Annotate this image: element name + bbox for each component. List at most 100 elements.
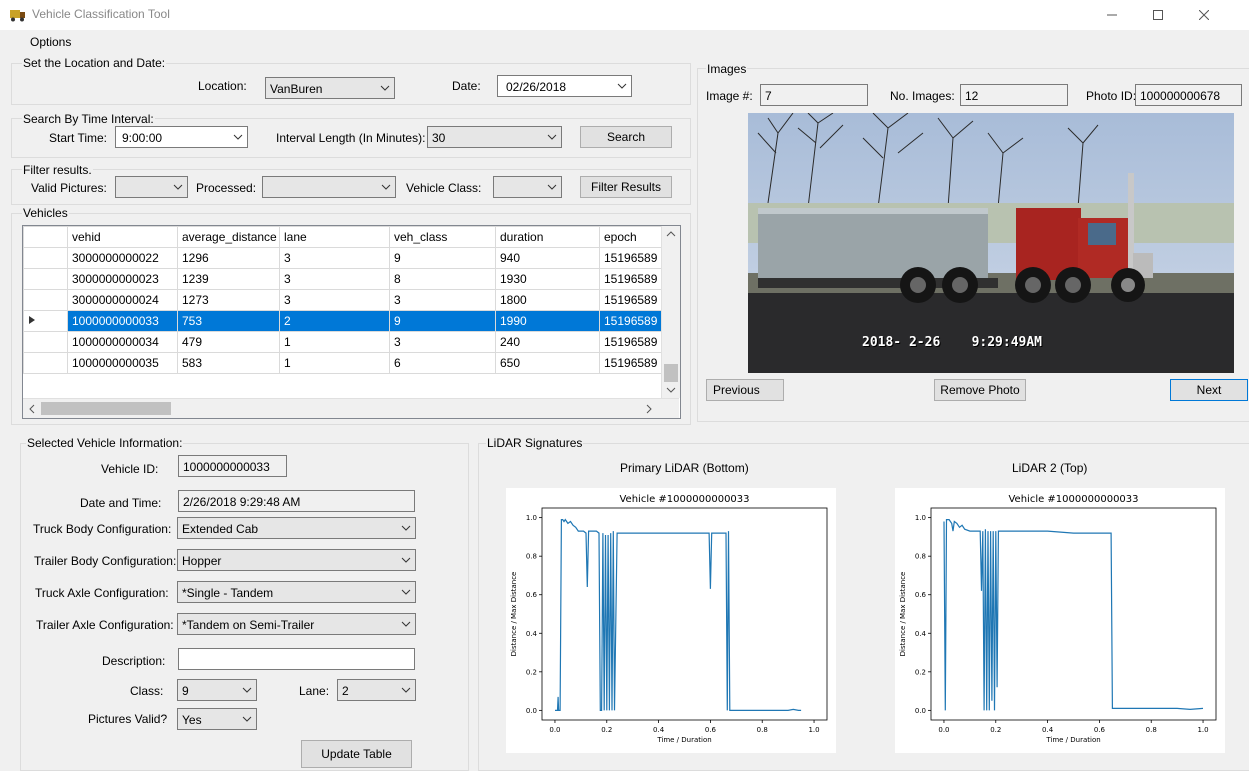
lane-select[interactable]: 2 [337, 679, 416, 701]
table-cell-duration[interactable]: 650 [495, 352, 600, 374]
menu-options[interactable]: Options [30, 35, 71, 49]
vertical-scroll-thumb[interactable] [664, 364, 678, 382]
trailer-body-select[interactable]: Hopper [177, 549, 416, 571]
row-header[interactable] [23, 268, 68, 290]
table-cell-epoch[interactable]: 15196589 [599, 289, 664, 311]
table-row[interactable]: 3000000000022 1296 3 9 940 15196589 [23, 247, 664, 269]
table-cell-vehid[interactable]: 3000000000022 [67, 247, 178, 269]
table-cell-epoch[interactable]: 15196589 [599, 331, 664, 353]
row-header[interactable] [23, 310, 68, 332]
row-header[interactable] [23, 331, 68, 353]
column-header-lane[interactable]: lane [279, 226, 390, 248]
table-cell-lane[interactable]: 3 [279, 268, 390, 290]
filter-results-button[interactable]: Filter Results [580, 176, 672, 198]
previous-button[interactable]: Previous [706, 379, 784, 401]
row-header[interactable] [23, 352, 68, 374]
pictures-valid-select[interactable]: Yes [177, 708, 257, 730]
scroll-up-icon[interactable] [666, 230, 676, 238]
table-cell-duration[interactable]: 1930 [495, 268, 600, 290]
table-cell-epoch[interactable]: 15196589 [599, 247, 664, 269]
truck-body-select[interactable]: Extended Cab [177, 517, 416, 539]
valid-pictures-select[interactable] [115, 176, 188, 198]
update-table-button[interactable]: Update Table [301, 740, 412, 768]
table-cell-veh-class[interactable]: 3 [389, 331, 496, 353]
table-cell-epoch[interactable]: 15196589 [599, 268, 664, 290]
scroll-left-icon[interactable] [28, 404, 36, 414]
table-cell-duration[interactable]: 1990 [495, 310, 600, 332]
table-row[interactable]: 1000000000035 583 1 6 650 15196589 [23, 352, 664, 374]
table-row[interactable]: 1000000000033 753 2 9 1990 15196589 [23, 310, 664, 332]
column-header-epoch[interactable]: epoch [599, 226, 664, 248]
processed-select[interactable] [262, 176, 396, 198]
minimize-button[interactable] [1089, 0, 1135, 30]
row-header[interactable] [23, 289, 68, 311]
table-cell-average-distance[interactable]: 753 [177, 310, 280, 332]
table-cell-average-distance[interactable]: 1296 [177, 247, 280, 269]
image-number-field: 7 [760, 84, 868, 106]
search-button[interactable]: Search [580, 126, 672, 148]
table-cell-average-distance[interactable]: 583 [177, 352, 280, 374]
table-cell-veh-class[interactable]: 9 [389, 310, 496, 332]
y-tick-label: 0.0 [526, 707, 537, 715]
class-select[interactable]: 9 [177, 679, 257, 701]
table-row[interactable]: 1000000000034 479 1 3 240 15196589 [23, 331, 664, 353]
x-tick-label: 0.8 [757, 726, 768, 734]
date-picker[interactable]: 02/26/2018 [497, 75, 632, 97]
description-input[interactable] [178, 648, 415, 670]
start-time-label: Start Time: [49, 131, 108, 145]
minimize-icon [1107, 14, 1117, 16]
table-cell-vehid[interactable]: 1000000000035 [67, 352, 178, 374]
table-cell-veh-class[interactable]: 8 [389, 268, 496, 290]
table-row[interactable]: 3000000000024 1273 3 3 1800 15196589 [23, 289, 664, 311]
table-cell-duration[interactable]: 940 [495, 247, 600, 269]
table-cell-veh-class[interactable]: 9 [389, 247, 496, 269]
horizontal-scrollbar[interactable] [23, 398, 679, 418]
table-cell-vehid[interactable]: 1000000000034 [67, 331, 178, 353]
vertical-scrollbar[interactable] [661, 226, 680, 398]
scroll-right-icon[interactable] [645, 404, 653, 414]
close-button[interactable] [1181, 0, 1227, 30]
table-cell-lane[interactable]: 1 [279, 331, 390, 353]
horizontal-scroll-thumb[interactable] [41, 402, 171, 415]
chevron-down-icon [617, 83, 627, 89]
table-cell-vehid[interactable]: 1000000000033 [67, 310, 178, 332]
y-tick-label: 0.2 [915, 668, 926, 676]
interval-length-select[interactable]: 30 [427, 126, 562, 148]
scroll-down-icon[interactable] [666, 386, 676, 394]
row-header[interactable] [23, 247, 68, 269]
table-cell-average-distance[interactable]: 1273 [177, 289, 280, 311]
table-cell-duration[interactable]: 240 [495, 331, 600, 353]
table-cell-average-distance[interactable]: 479 [177, 331, 280, 353]
table-cell-vehid[interactable]: 3000000000024 [67, 289, 178, 311]
column-header-duration[interactable]: duration [495, 226, 600, 248]
start-time-picker[interactable]: 9:00:00 [115, 126, 248, 148]
maximize-button[interactable] [1135, 0, 1181, 30]
table-cell-lane[interactable]: 3 [279, 247, 390, 269]
column-header-vehid[interactable]: vehid [67, 226, 178, 248]
remove-photo-button[interactable]: Remove Photo [934, 379, 1026, 401]
vehicles-grid[interactable]: vehid average_distance lane veh_class durati… [22, 225, 681, 419]
table-cell-duration[interactable]: 1800 [495, 289, 600, 311]
table-cell-epoch[interactable]: 15196589 [599, 352, 664, 374]
chevron-down-icon [173, 184, 183, 190]
trailer-axle-label: Trailer Axle Configuration: [36, 618, 174, 632]
primary-lidar-heading: Primary LiDAR (Bottom) [620, 461, 749, 475]
table-cell-average-distance[interactable]: 1239 [177, 268, 280, 290]
next-button[interactable]: Next [1170, 379, 1248, 401]
table-cell-epoch[interactable]: 15196589 [599, 310, 664, 332]
table-cell-lane[interactable]: 2 [279, 310, 390, 332]
location-select[interactable]: VanBuren [265, 77, 395, 99]
table-cell-veh-class[interactable]: 3 [389, 289, 496, 311]
vehicle-class-select[interactable] [493, 176, 562, 198]
column-header-veh-class[interactable]: veh_class [389, 226, 496, 248]
table-cell-lane[interactable]: 3 [279, 289, 390, 311]
table-cell-lane[interactable]: 1 [279, 352, 390, 374]
table-cell-veh-class[interactable]: 6 [389, 352, 496, 374]
column-header-average-distance[interactable]: average_distance [177, 226, 280, 248]
table-row[interactable]: 3000000000023 1239 3 8 1930 15196589 [23, 268, 664, 290]
trailer-body-value: Hopper [182, 554, 222, 568]
truck-axle-select[interactable]: *Single - Tandem [177, 581, 416, 603]
chevron-down-icon [233, 134, 243, 140]
table-cell-vehid[interactable]: 3000000000023 [67, 268, 178, 290]
trailer-axle-select[interactable]: *Tandem on Semi-Trailer [177, 613, 416, 635]
